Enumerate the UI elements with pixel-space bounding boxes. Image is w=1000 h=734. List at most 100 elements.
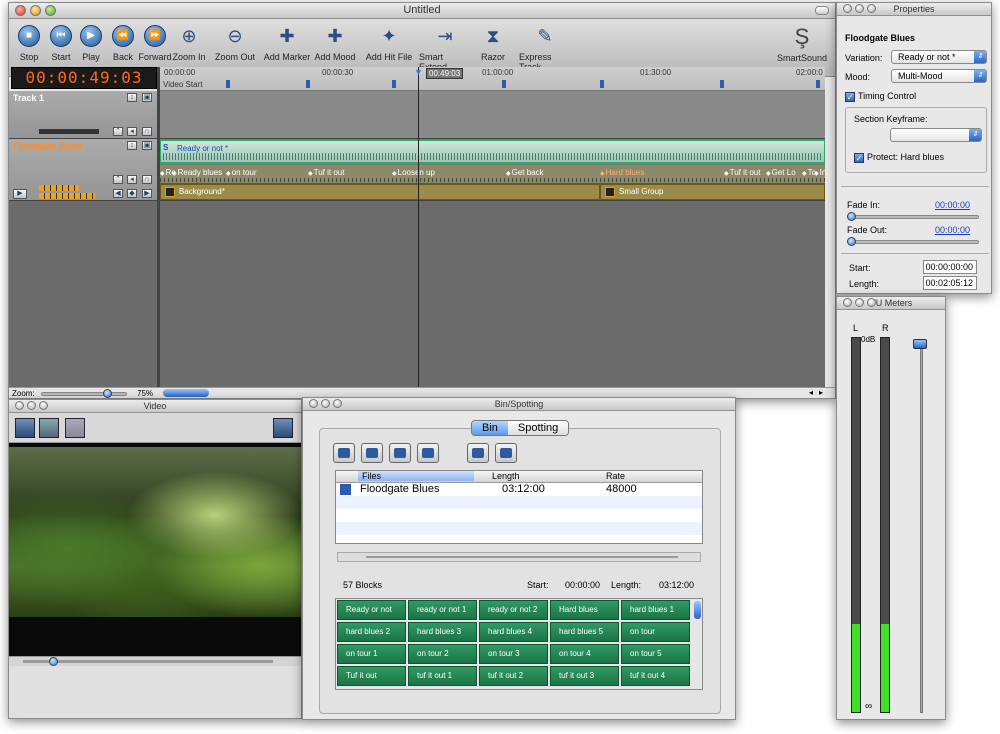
- bin-block[interactable]: hard blues 5: [550, 622, 619, 642]
- track-2-marker-button[interactable]: ◆: [127, 189, 137, 198]
- track-2-next-button[interactable]: ▶: [142, 189, 152, 198]
- scroll-left-arrow[interactable]: ◂: [809, 388, 813, 397]
- smartsound-button[interactable]: Ş SmartSound: [777, 25, 827, 64]
- zoom-slider-knob[interactable]: [103, 389, 112, 398]
- marker-row[interactable]: ReReady blueson tourTuf it outLoosen upG…: [160, 165, 827, 184]
- marker-flag[interactable]: [816, 80, 820, 88]
- scroll-right-arrow[interactable]: ▸: [819, 388, 823, 397]
- bin-block[interactable]: Ready or not: [337, 600, 406, 620]
- marker-label[interactable]: on tour: [226, 168, 257, 177]
- bin-block[interactable]: on tour 2: [408, 644, 477, 664]
- marker-flag[interactable]: [720, 80, 724, 88]
- col-rate[interactable]: Rate: [606, 471, 625, 481]
- bin-block[interactable]: Tuf it out: [337, 666, 406, 686]
- bin-block[interactable]: hard blues 3: [408, 622, 477, 642]
- track-1-lane[interactable]: [160, 91, 825, 139]
- close-button[interactable]: [15, 401, 24, 410]
- minimize-button[interactable]: [321, 399, 330, 408]
- maximize-button[interactable]: [45, 5, 56, 16]
- col-files[interactable]: Files: [358, 471, 474, 481]
- music-clip[interactable]: S Ready or not *: [160, 140, 825, 163]
- bin-block[interactable]: ready or not 2: [479, 600, 548, 620]
- track-1-mute-button[interactable]: ◂: [127, 127, 137, 136]
- track-2-lock-button[interactable]: ▣: [142, 141, 152, 150]
- marker-label[interactable]: Ready blues: [172, 168, 222, 177]
- track-1-header[interactable]: Track 1 ↕ ▣ ⌃ ◂ ∩: [9, 91, 159, 139]
- add-mood-button[interactable]: ✚ Add Mood: [309, 24, 361, 63]
- bin-info-button[interactable]: [389, 443, 411, 463]
- tab-spotting[interactable]: Spotting: [507, 421, 569, 435]
- track-1-collapse-button[interactable]: ⌃: [113, 127, 123, 136]
- length-field[interactable]: 00:02:05:12: [923, 276, 977, 290]
- start-field[interactable]: 00:00:00:00: [923, 260, 977, 274]
- marker-label[interactable]: Tuf it out: [308, 168, 345, 177]
- minimize-button[interactable]: [30, 5, 41, 16]
- col-length[interactable]: Length: [492, 471, 520, 481]
- close-button[interactable]: [843, 298, 852, 307]
- smart-extend-button[interactable]: ⇥Smart Extend: [419, 24, 471, 73]
- fade-in-knob[interactable]: [847, 212, 856, 221]
- fade-out-slider[interactable]: [849, 240, 979, 244]
- minimize-button[interactable]: [855, 4, 864, 13]
- add-video-button[interactable]: [15, 418, 35, 438]
- marker-flag[interactable]: [502, 80, 506, 88]
- marker-label[interactable]: Tuf it out: [724, 168, 761, 177]
- bin-block[interactable]: ready or not 1: [408, 600, 477, 620]
- playhead-handle-icon[interactable]: ▼: [414, 67, 423, 77]
- marker-label[interactable]: Loosen up: [392, 168, 435, 177]
- bin-add-button[interactable]: [333, 443, 355, 463]
- fade-out-value[interactable]: 00:00:00: [935, 225, 970, 235]
- track-2-collapse-button[interactable]: ⌃: [113, 175, 123, 184]
- track-2-prev-button[interactable]: ◀: [113, 189, 123, 198]
- table-row[interactable]: Floodgate Blues 03:12:00 48000: [336, 483, 702, 496]
- bin-block[interactable]: tuf it out 2: [479, 666, 548, 686]
- video-scrubber[interactable]: [9, 656, 301, 666]
- maximize-button[interactable]: [333, 399, 342, 408]
- fade-in-value[interactable]: 00:00:00: [935, 200, 970, 210]
- video-strip-button[interactable]: [65, 418, 85, 438]
- fade-in-slider[interactable]: [849, 215, 979, 219]
- maximize-button[interactable]: [867, 4, 876, 13]
- marker-label[interactable]: Get back: [506, 168, 544, 177]
- marker-flag[interactable]: [306, 80, 310, 88]
- close-button[interactable]: [15, 5, 26, 16]
- marker-label[interactable]: Hard blues: [600, 168, 645, 177]
- video-folder-button[interactable]: [39, 418, 59, 438]
- bin-block[interactable]: on tour 4: [550, 644, 619, 664]
- section-keyframe-select[interactable]: ⇕: [890, 128, 982, 142]
- blocks-scroll-thumb[interactable]: [694, 601, 701, 619]
- mood-select[interactable]: Multi-Mood ⇕: [891, 69, 987, 83]
- track-2-expand-button[interactable]: ↕: [127, 141, 137, 150]
- bin-block[interactable]: hard blues 1: [621, 600, 690, 620]
- bin-preview-button[interactable]: [467, 443, 489, 463]
- maximize-button[interactable]: [39, 401, 48, 410]
- bin-tab-control[interactable]: Bin Spotting: [471, 420, 570, 436]
- zoom-out-button[interactable]: ⊖ Zoom Out: [209, 24, 261, 63]
- mood-segment-background[interactable]: Background*: [160, 184, 600, 200]
- bin-block[interactable]: on tour: [621, 622, 690, 642]
- marker-label[interactable]: In: [814, 168, 827, 177]
- zoom-in-button[interactable]: ⊕ Zoom In: [163, 24, 215, 63]
- add-hit-file-button[interactable]: ✦ Add Hit File: [363, 24, 415, 63]
- variation-select[interactable]: Ready or not * ⇕: [891, 50, 987, 64]
- bin-block[interactable]: tuf it out 3: [550, 666, 619, 686]
- scrub-knob[interactable]: [49, 657, 58, 666]
- bin-block[interactable]: on tour 5: [621, 644, 690, 664]
- marker-flag[interactable]: [600, 80, 604, 88]
- close-button[interactable]: [843, 4, 852, 13]
- zoom-slider[interactable]: [41, 392, 127, 396]
- track-2-play-button[interactable]: ▶: [13, 189, 27, 199]
- track-1-lock-button[interactable]: ▣: [142, 93, 152, 102]
- track-1-solo-button[interactable]: ∩: [142, 127, 152, 136]
- maximize-button[interactable]: [867, 298, 876, 307]
- horizontal-scroll-thumb[interactable]: [163, 389, 209, 397]
- timeline-ruler[interactable]: 00:00:00 00:00:30 01:00:00 01:30:00 02:0…: [160, 67, 825, 91]
- bin-insert-button[interactable]: [495, 443, 517, 463]
- minimize-button[interactable]: [27, 401, 36, 410]
- fade-out-knob[interactable]: [847, 237, 856, 246]
- playhead-line[interactable]: [418, 67, 419, 387]
- protect-checkbox[interactable]: ✓ Protect: Hard blues: [854, 152, 944, 163]
- razor-button[interactable]: ⧗ Razor: [467, 24, 519, 63]
- minimize-button[interactable]: [855, 298, 864, 307]
- add-marker-button[interactable]: ✚ Add Marker: [261, 24, 313, 63]
